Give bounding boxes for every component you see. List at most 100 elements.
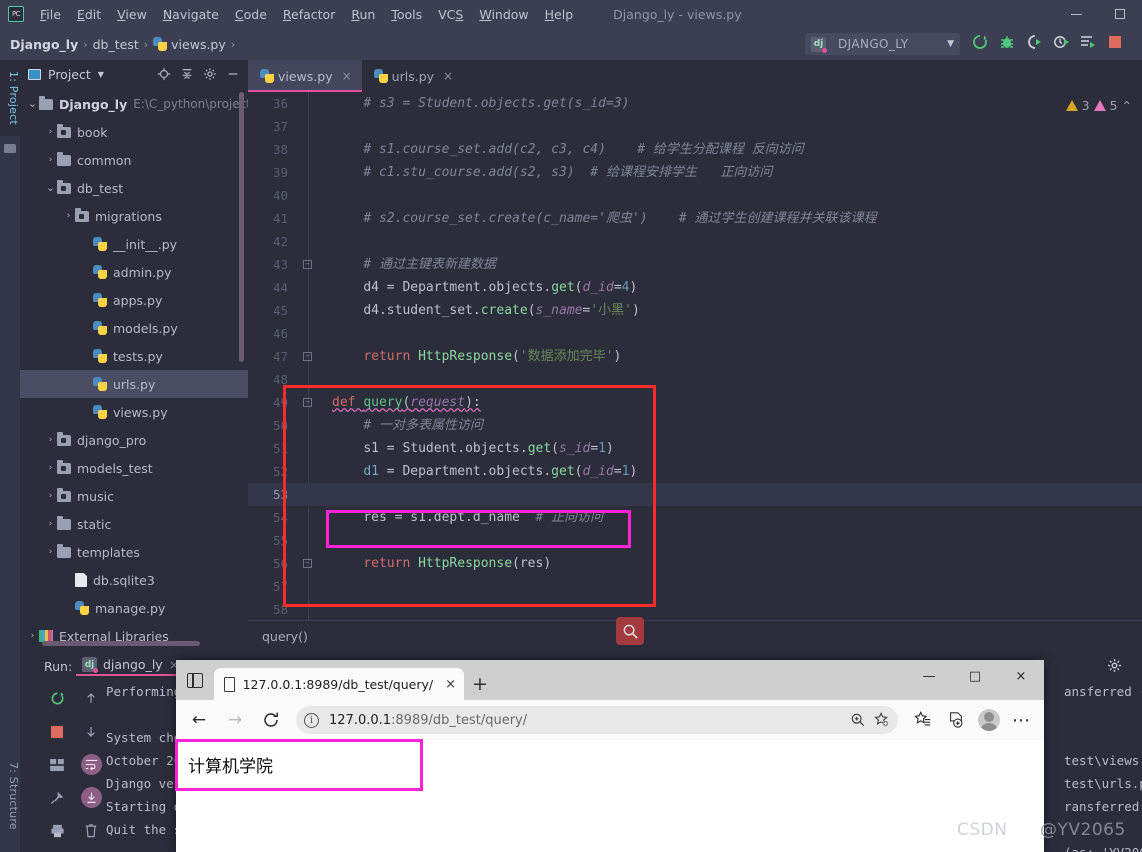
project-scrollbar-horizontal[interactable]: [42, 641, 200, 646]
sidebar-item-project[interactable]: 1: Project: [0, 60, 20, 136]
tree-item[interactable]: __init__.py: [20, 230, 248, 258]
scroll-down-icon[interactable]: [74, 715, 108, 748]
breadcrumb-file[interactable]: views.py: [171, 37, 226, 52]
code-editor[interactable]: 36 # s3 = Student.objects.get(s_id=3) 37 3…: [248, 92, 1142, 620]
rerun-icon[interactable]: [40, 682, 74, 715]
close-icon[interactable]: ×: [445, 677, 456, 692]
browser-close-button[interactable]: ×: [998, 660, 1044, 693]
browser-minimize-button[interactable]: —: [906, 660, 952, 693]
profile-avatar[interactable]: [972, 704, 1005, 737]
debug-icon[interactable]: [998, 32, 1016, 52]
print-icon[interactable]: [40, 814, 74, 847]
chevron-right-icon[interactable]: ›: [44, 435, 57, 445]
chevron-right-icon[interactable]: ›: [44, 127, 57, 137]
menu-item-navigate[interactable]: Navigate: [155, 4, 227, 25]
chevron-down-icon[interactable]: ⌄: [44, 182, 57, 193]
tree-item[interactable]: › music: [20, 482, 248, 510]
browser-tab[interactable]: 127.0.0.1:8989/db_test/query/ ×: [214, 668, 464, 700]
code-fold-icon[interactable]: −: [303, 260, 312, 269]
back-button[interactable]: ←: [182, 703, 216, 737]
close-icon[interactable]: ×: [443, 69, 453, 83]
chevron-right-icon[interactable]: ›: [26, 631, 39, 641]
address-bar[interactable]: i 127.0.0.1:8989/db_test/query/: [296, 706, 898, 734]
breadcrumb-folder[interactable]: db_test: [93, 37, 139, 52]
more-icon[interactable]: ⋯: [1005, 704, 1038, 737]
chevron-right-icon[interactable]: ›: [44, 519, 57, 529]
chevron-down-icon[interactable]: ⌄: [26, 98, 39, 109]
chevron-up-icon[interactable]: ⌃: [1122, 98, 1132, 113]
chevron-right-icon[interactable]: ›: [62, 211, 75, 221]
tree-item[interactable]: admin.py: [20, 258, 248, 286]
gear-icon[interactable]: [203, 67, 217, 81]
tree-item[interactable]: ⌄ Django_ly E:\C_python\project\: [20, 90, 255, 118]
stop-icon[interactable]: [1106, 32, 1124, 52]
clear-all-icon[interactable]: [74, 814, 108, 847]
tree-item[interactable]: apps.py: [20, 286, 248, 314]
chevron-down-icon[interactable]: ▼: [98, 70, 104, 79]
tree-item[interactable]: models.py: [20, 314, 248, 342]
tree-item[interactable]: › models_test: [20, 454, 248, 482]
favorites-icon[interactable]: [906, 704, 939, 737]
project-scrollbar-vertical[interactable]: [239, 92, 244, 362]
sidebar-item-structure[interactable]: 7: Structure: [0, 750, 20, 842]
maximize-button[interactable]: [1098, 0, 1142, 28]
add-favorite-icon[interactable]: [874, 712, 890, 728]
menu-item-help[interactable]: Help: [537, 4, 582, 25]
tree-item[interactable]: › static: [20, 510, 248, 538]
new-tab-button[interactable]: +: [464, 668, 496, 700]
coverage-icon[interactable]: [1025, 32, 1043, 52]
code-fold-icon[interactable]: −: [303, 398, 312, 407]
run-with-console-icon[interactable]: [1079, 32, 1097, 52]
menu-item-vcs[interactable]: VCS: [430, 4, 471, 25]
tree-item[interactable]: views.py: [20, 398, 248, 426]
tree-item[interactable]: urls.py: [20, 370, 248, 398]
code-fold-icon[interactable]: −: [303, 559, 312, 568]
locate-icon[interactable]: [157, 67, 171, 81]
chevron-right-icon[interactable]: ›: [44, 155, 57, 165]
menu-item-code[interactable]: Code: [227, 4, 275, 25]
chevron-right-icon[interactable]: ›: [44, 463, 57, 473]
menu-item-window[interactable]: Window: [471, 4, 536, 25]
close-icon[interactable]: ×: [342, 69, 352, 83]
chevron-right-icon[interactable]: ›: [44, 491, 57, 501]
tree-item[interactable]: manage.py: [20, 594, 248, 622]
scroll-up-icon[interactable]: [74, 682, 108, 715]
editor-tab-views-py[interactable]: views.py ×: [248, 60, 362, 92]
editor-tab-urls-py[interactable]: urls.py ×: [362, 60, 463, 92]
stop-icon[interactable]: [40, 715, 74, 748]
collapse-all-icon[interactable]: [180, 67, 194, 81]
info-icon[interactable]: i: [304, 712, 319, 728]
menu-item-view[interactable]: View: [109, 4, 155, 25]
forward-button[interactable]: →: [218, 703, 252, 737]
collections-icon[interactable]: [939, 704, 972, 737]
menu-item-run[interactable]: Run: [343, 4, 383, 25]
gear-icon[interactable]: [1107, 658, 1122, 673]
breadcrumb-project[interactable]: Django_ly: [10, 37, 78, 52]
zoom-icon[interactable]: [850, 712, 866, 728]
search-icon[interactable]: [616, 617, 644, 645]
tree-item[interactable]: › templates: [20, 538, 248, 566]
tree-item[interactable]: db.sqlite3: [20, 566, 248, 594]
chevron-right-icon[interactable]: ›: [44, 547, 57, 557]
tab-actions-icon[interactable]: [176, 660, 214, 700]
rerun-icon[interactable]: [971, 32, 989, 52]
menu-item-file[interactable]: File: [32, 4, 69, 25]
menu-item-refactor[interactable]: Refactor: [275, 4, 343, 25]
restore-layout-icon[interactable]: [40, 748, 74, 781]
run-configuration-selector[interactable]: dj DJANGO_LY ▼: [805, 33, 960, 55]
minimize-button[interactable]: [1054, 0, 1098, 28]
run-tab-django[interactable]: dj django_ly ×: [76, 655, 186, 676]
tree-item[interactable]: ⌄ db_test: [20, 174, 248, 202]
code-fold-icon[interactable]: −: [303, 352, 312, 361]
scroll-to-end-icon[interactable]: [74, 781, 108, 814]
browser-maximize-button[interactable]: □: [952, 660, 998, 693]
tree-item[interactable]: › migrations: [20, 202, 248, 230]
tree-item[interactable]: › book: [20, 118, 248, 146]
menu-item-tools[interactable]: Tools: [383, 4, 430, 25]
inspection-widget[interactable]: 3 5 ⌃: [1065, 98, 1132, 113]
tree-item[interactable]: tests.py: [20, 342, 248, 370]
soft-wrap-icon[interactable]: [74, 748, 108, 781]
pin-icon[interactable]: [40, 781, 74, 814]
tree-item[interactable]: › django_pro: [20, 426, 248, 454]
tree-item[interactable]: › common: [20, 146, 248, 174]
